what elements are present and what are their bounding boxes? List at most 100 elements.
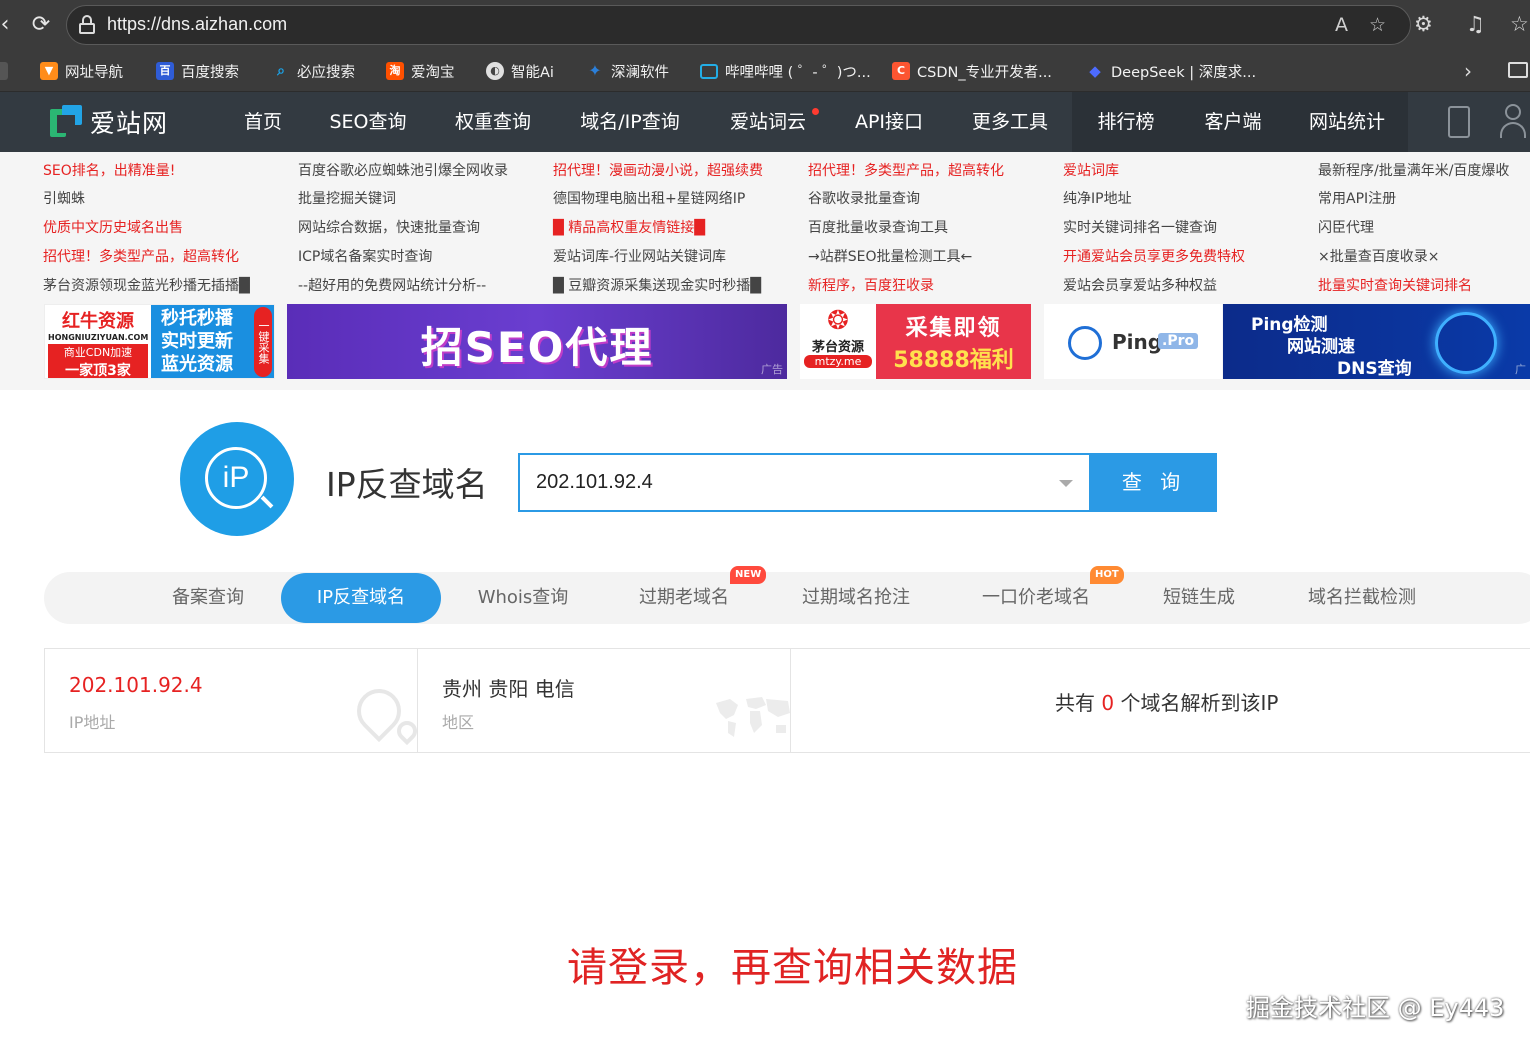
promo-link[interactable]: 新程序，百度狂收录 (808, 276, 934, 296)
promo-link[interactable]: 引蜘蛛 (43, 189, 85, 209)
promo-link[interactable]: █ 精品高权重友情链接█ (553, 218, 705, 238)
bookmark-item[interactable]: ✦ 深澜软件 (586, 60, 669, 82)
bookmark-label: 必应搜索 (297, 64, 355, 81)
bookmark-item[interactable]: 哔哩哔哩 ( ゜- ゜)つ... (700, 60, 871, 82)
speed-gauge-icon (1435, 312, 1497, 374)
promo-link[interactable]: 开通爱站会员享更多免费特权 (1063, 247, 1245, 267)
tab-icp-filing[interactable]: 备案查询 (148, 572, 268, 624)
bookmark-item[interactable]: ◆ DeepSeek | 深度求... (1086, 60, 1256, 82)
menu-seo[interactable]: SEO查询 (318, 92, 418, 152)
tab-ip-reverse[interactable]: IP反查域名 (281, 573, 441, 623)
region-label: 地区 (442, 713, 475, 732)
promo-link[interactable]: →站群SEO批量检测工具← (808, 247, 972, 267)
tab-expired-domain-snatch[interactable]: 过期域名抢注 (794, 572, 918, 624)
tab-expired-domains[interactable]: 过期老域名 (624, 572, 744, 624)
query-button[interactable]: 查 询 (1091, 453, 1217, 512)
bookmark-item[interactable]: 淘 爱淘宝 (386, 60, 455, 82)
user-icon[interactable] (1500, 104, 1526, 140)
menu-more-tools[interactable]: 更多工具 (958, 92, 1062, 152)
banner-text: 58888福利 (893, 348, 1014, 373)
menu-client[interactable]: 客户端 (1180, 92, 1286, 152)
promo-link[interactable]: 批量实时查询关键词排名 (1318, 276, 1472, 296)
promo-link[interactable]: 纯净IP地址 (1063, 189, 1132, 209)
back-icon[interactable]: ‹ (0, 12, 18, 38)
promo-link[interactable]: 爱站会员享爱站多种权益 (1063, 276, 1217, 296)
menu-weight[interactable]: 权重查询 (440, 92, 546, 152)
menu-api[interactable]: API接口 (842, 92, 936, 152)
tab-domain-block-check[interactable]: 域名拦截检测 (1294, 572, 1430, 624)
promo-link[interactable]: 实时关键词排名一键查询 (1063, 218, 1217, 238)
ad-banners: 红牛资源 HONGNIUZIYUAN.COM 商业CDN加速 一家顶3家 秒托秒… (0, 300, 1530, 390)
watermark: 掘金技术社区 @ Ey443 (1246, 994, 1505, 1022)
tab-whois[interactable]: Whois查询 (458, 572, 588, 624)
ad-banner-ping-pro[interactable]: Ping .Pro (1044, 304, 1222, 379)
site-logo[interactable]: 爱站网 (50, 104, 168, 140)
promo-link[interactable]: ×批量查百度收录× (1318, 247, 1439, 267)
menu-ranking[interactable]: 排行榜 (1072, 92, 1180, 152)
promo-link[interactable]: 爱站词库-行业网站关键词库 (553, 247, 726, 267)
ad-banner-seo-agent[interactable]: 招SEO代理 广告 (287, 304, 787, 379)
bookmark-item[interactable]: C CSDN_专业开发者... (892, 60, 1052, 82)
menu-wordcloud[interactable]: 爱站词云 (716, 92, 820, 152)
promo-link[interactable]: 常用API注册 (1318, 189, 1396, 209)
promo-link[interactable]: 批量挖掘关键词 (298, 189, 396, 209)
menu-domain-ip[interactable]: 域名/IP查询 (566, 92, 694, 152)
favorites-icon[interactable]: ☆ (1510, 12, 1529, 36)
promo-link[interactable]: 百度谷歌必应蜘蛛池引爆全网收录 (298, 161, 508, 181)
tab-fixed-price-domains[interactable]: 一口价老域名 (972, 572, 1100, 624)
bookmark-item[interactable]: ◐ 智能Ai (486, 60, 554, 82)
banner-text: .Pro (1158, 333, 1199, 349)
promo-link[interactable]: 最新程序/批量满年米/百度爆收 (1318, 161, 1528, 181)
promo-link[interactable]: 招代理！漫画动漫小说，超强续费 (553, 161, 763, 181)
ip-input[interactable] (520, 455, 1040, 510)
bookmark-label: 百度搜索 (181, 64, 239, 81)
mobile-icon[interactable] (1448, 106, 1470, 138)
ip-value: 202.101.92.4 (69, 673, 203, 697)
banner-text: 商业CDN加速 (48, 344, 148, 360)
read-aloud-icon[interactable]: A (1335, 14, 1348, 36)
bookmark-edge-icon[interactable] (0, 62, 8, 80)
promo-link[interactable]: 网站综合数据，快速批量查询 (298, 218, 480, 238)
chevron-right-icon[interactable]: › (1464, 59, 1472, 83)
promo-link[interactable]: █ 豆瓣资源采集送现金实时秒播█ (553, 276, 761, 296)
folder-icon[interactable] (1508, 62, 1528, 78)
url-text: https://dns.aizhan.com (107, 14, 288, 34)
ip-search-field[interactable] (518, 453, 1091, 512)
promo-link[interactable]: 招代理！多类型产品，超高转化 (808, 161, 1004, 181)
promo-link[interactable]: --超好用的免费网站统计分析-- (298, 276, 486, 296)
promo-link[interactable]: SEO排名，出精准量! (43, 161, 175, 181)
region-value: 贵州 贵阳 电信 (442, 677, 575, 701)
menu-home[interactable]: 首页 (226, 92, 300, 152)
extensions-icon[interactable]: ⚙ (1414, 12, 1433, 36)
banner-text: 一家顶3家 (48, 360, 148, 378)
refresh-icon[interactable]: ⟳ (28, 12, 54, 38)
banner-text: DNS查询 (1337, 359, 1412, 379)
bookmark-item[interactable]: 百 百度搜索 (156, 60, 239, 82)
chevron-down-icon[interactable] (1059, 480, 1073, 487)
media-icon[interactable]: ♫ (1466, 12, 1485, 36)
ad-banner-maotai[interactable]: ❂ 茅台资源 mtzy.me 采集即领 58888福利 (800, 304, 1031, 379)
ad-banner-ping-dns[interactable]: Ping检测 网站测速 DNS查询 广 (1223, 304, 1530, 379)
bookmark-item[interactable]: ▼ 网址导航 (40, 60, 123, 82)
globe-icon (1068, 326, 1102, 360)
menu-site-stats[interactable]: 网站统计 (1286, 92, 1408, 152)
browser-address-bar: ‹ ⟳ https://dns.aizhan.com A ☆ ⚙ ♫ ☆ (0, 0, 1530, 50)
promo-link[interactable]: ICP域名备案实时查询 (298, 247, 432, 267)
bookmark-item[interactable]: ⌕ 必应搜索 (272, 60, 355, 82)
promo-link[interactable]: 谷歌收录批量查询 (808, 189, 920, 209)
domain-count: 0 (1101, 691, 1115, 715)
promo-link[interactable]: 闪臣代理 (1318, 218, 1374, 238)
promo-link[interactable]: 优质中文历史域名出售 (43, 218, 183, 238)
ad-banner-hongniu[interactable]: 红牛资源 HONGNIUZIYUAN.COM 商业CDN加速 一家顶3家 秒托秒… (44, 304, 275, 379)
taobao-icon: 淘 (386, 62, 404, 80)
promo-link[interactable]: 百度批量收录查询工具 (808, 218, 948, 238)
bookmark-label: 哔哩哔哩 ( ゜- ゜)つ... (725, 64, 871, 81)
bilibili-icon (700, 63, 718, 79)
url-field[interactable]: https://dns.aizhan.com A ☆ (66, 5, 1411, 45)
favorite-star-icon[interactable]: ☆ (1369, 14, 1386, 36)
tab-short-link[interactable]: 短链生成 (1144, 572, 1254, 624)
promo-link[interactable]: 德国物理电脑出租+星链网络IP (553, 189, 745, 209)
promo-link[interactable]: 招代理！多类型产品，超高转化 (43, 247, 239, 267)
promo-link[interactable]: 茅台资源领现金蓝光秒播无插播█ (43, 276, 250, 296)
promo-link[interactable]: 爱站词库 (1063, 161, 1119, 181)
